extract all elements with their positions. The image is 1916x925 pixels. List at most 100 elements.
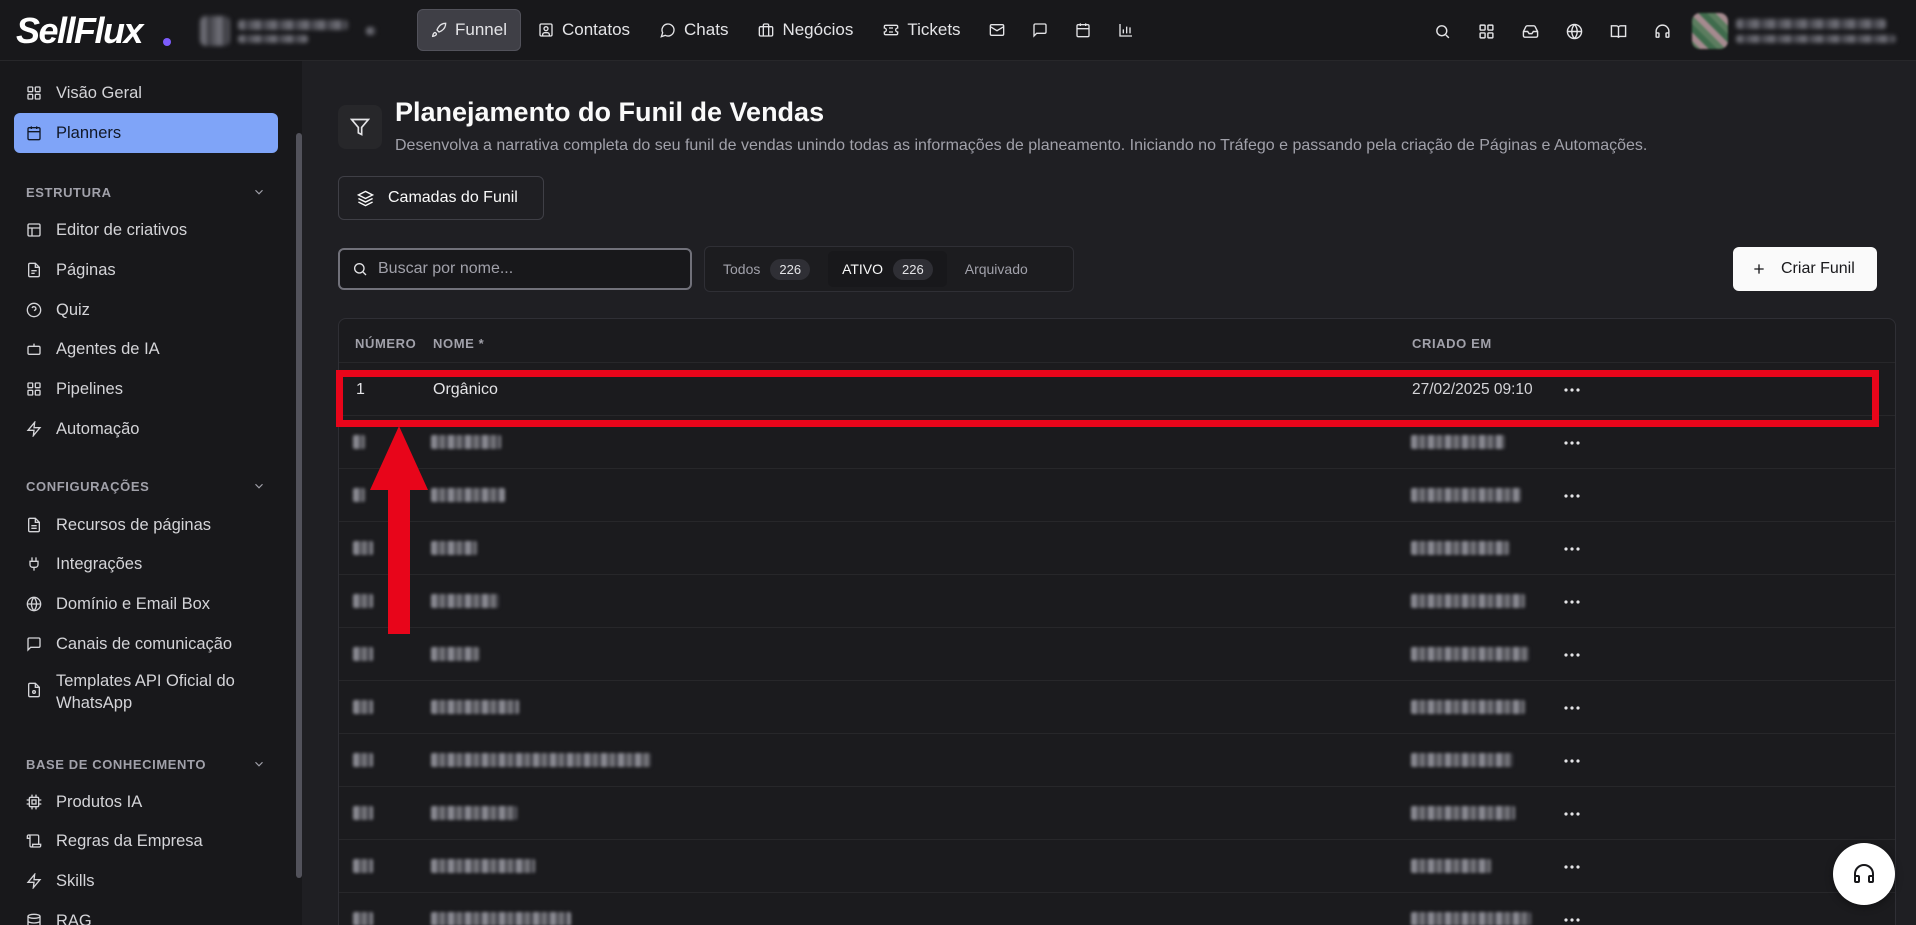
table-row[interactable] (339, 628, 1895, 681)
mail-icon[interactable] (978, 9, 1017, 51)
workspace-switcher[interactable] (200, 14, 390, 48)
chat-bubble-icon (660, 22, 676, 38)
nav-funnel[interactable]: Funnel (417, 9, 521, 51)
sidebar-item-automacao[interactable]: Automação (14, 409, 278, 449)
tab-todos[interactable]: Todos 226 (709, 251, 824, 287)
sidebar-item-label: Quiz (56, 300, 90, 319)
globe-icon[interactable] (1552, 13, 1596, 49)
tab-label: ATIVO (842, 261, 884, 277)
layout-icon (26, 222, 42, 238)
bot-icon (26, 341, 42, 357)
message-square-icon (26, 636, 42, 652)
more-options-icon[interactable] (1560, 542, 1584, 556)
table-row[interactable] (339, 681, 1895, 734)
headset-icon[interactable] (1640, 13, 1684, 49)
user-avatar[interactable] (1692, 13, 1728, 49)
cell-created-blurred (1411, 700, 1525, 714)
book-icon[interactable] (1596, 13, 1640, 49)
search-box[interactable] (338, 248, 692, 290)
scroll-icon (26, 833, 42, 849)
tab-arquivado[interactable]: Arquivado (951, 251, 1042, 287)
sidebar-item-label: Visão Geral (56, 83, 142, 102)
sidebar-item-paginas[interactable]: Páginas (14, 250, 278, 290)
section-header-estrutura[interactable]: ESTRUTURA (26, 182, 266, 202)
more-options-icon[interactable] (1560, 436, 1584, 450)
column-header-numero[interactable]: NÚMERO (355, 336, 416, 351)
sidebar-item-rag[interactable]: RAG (14, 901, 278, 925)
more-options-icon[interactable] (1560, 595, 1584, 609)
search-icon[interactable] (1420, 13, 1464, 49)
section-header-base-conhecimento[interactable]: BASE DE CONHECIMENTO (26, 754, 266, 774)
zap-icon (26, 421, 42, 437)
sidebar-item-templates-whatsapp[interactable]: Templates API Oficial do WhatsApp (14, 667, 278, 717)
cell-name-blurred (431, 435, 501, 449)
sidebar-item-editor-criativos[interactable]: Editor de criativos (14, 210, 278, 250)
sidebar-item-agentes-ia[interactable]: Agentes de IA (14, 329, 278, 369)
cell-created-blurred (1411, 435, 1505, 449)
tab-label: Arquivado (964, 261, 1028, 277)
cell-number-blurred (353, 488, 365, 502)
table-row[interactable] (339, 893, 1895, 925)
more-options-icon[interactable] (1560, 807, 1584, 821)
table-row[interactable] (339, 787, 1895, 840)
file-text-icon (26, 517, 42, 533)
sidebar-item-dominio-email[interactable]: Domínio e Email Box (14, 584, 278, 624)
cell-name-blurred (431, 488, 505, 502)
user-name-blurred[interactable] (1736, 16, 1896, 46)
highlight-box (336, 370, 1879, 427)
cell-name-blurred (431, 541, 477, 555)
section-title: ESTRUTURA (26, 184, 112, 200)
nav-contatos-label: Contatos (561, 20, 631, 39)
sidebar-item-recursos-paginas[interactable]: Recursos de páginas (14, 505, 278, 545)
sidebar-item-canais[interactable]: Canais de comunicação (14, 624, 278, 664)
sidebar-item-pipelines[interactable]: Pipelines (14, 369, 278, 409)
grid-icon[interactable] (1464, 13, 1508, 49)
sidebar-item-regras-empresa[interactable]: Regras da Empresa (14, 821, 278, 861)
sidebar-item-quiz[interactable]: Quiz (14, 290, 278, 330)
table-row[interactable] (339, 575, 1895, 628)
table-row[interactable] (339, 469, 1895, 522)
logo-dot (163, 38, 171, 46)
nav-chats[interactable]: Chats (647, 9, 741, 51)
sidebar-item-produtos-ia[interactable]: Produtos IA (14, 782, 278, 822)
more-options-icon[interactable] (1560, 489, 1584, 503)
more-options-icon[interactable] (1560, 701, 1584, 715)
cell-name-blurred (431, 700, 519, 714)
nav-contatos[interactable]: Contatos (525, 9, 643, 51)
cell-name-blurred (431, 594, 499, 608)
grid-icon (26, 85, 42, 101)
support-chat-button[interactable] (1833, 843, 1895, 905)
cell-name-blurred (431, 753, 651, 767)
more-options-icon[interactable] (1560, 860, 1584, 874)
more-options-icon[interactable] (1560, 648, 1584, 662)
nav-tickets[interactable]: Tickets (870, 9, 973, 51)
calendar-icon[interactable] (1064, 9, 1103, 51)
sidebar-item-integracoes[interactable]: Integrações (14, 544, 278, 584)
search-input[interactable] (378, 260, 658, 278)
nav-negocios[interactable]: Negócios (745, 9, 866, 51)
message-square-icon[interactable] (1021, 9, 1060, 51)
calendar-icon (26, 125, 42, 141)
table-row[interactable] (339, 840, 1895, 893)
more-options-icon[interactable] (1560, 754, 1584, 768)
sidebar-item-label: Planners (56, 123, 122, 142)
bar-chart-icon[interactable] (1107, 9, 1146, 51)
table-row[interactable] (339, 522, 1895, 575)
column-header-criado-em[interactable]: CRIADO EM (1412, 336, 1492, 351)
ticket-icon (883, 22, 899, 38)
sidebar-item-visao-geral[interactable]: Visão Geral (14, 73, 278, 113)
camadas-funil-label: Camadas do Funil (388, 189, 518, 206)
sidebar-item-skills[interactable]: Skills (14, 861, 278, 901)
column-header-nome[interactable]: NOME * (433, 336, 484, 351)
section-header-configuracoes[interactable]: CONFIGURAÇÕES (26, 476, 266, 496)
tab-ativo[interactable]: ATIVO 226 (828, 251, 947, 287)
sellflux-logo[interactable]: SellFlux (16, 10, 144, 52)
more-options-icon[interactable] (1560, 913, 1584, 925)
inbox-icon[interactable] (1508, 13, 1552, 49)
plus-icon (1751, 261, 1767, 277)
sidebar-item-planners[interactable]: Planners (14, 113, 278, 153)
table-header: NÚMERO NOME * CRIADO EM (339, 319, 1895, 363)
criar-funil-button[interactable]: Criar Funil (1733, 247, 1877, 291)
table-row[interactable] (339, 734, 1895, 787)
camadas-funil-button[interactable]: Camadas do Funil (338, 176, 544, 220)
